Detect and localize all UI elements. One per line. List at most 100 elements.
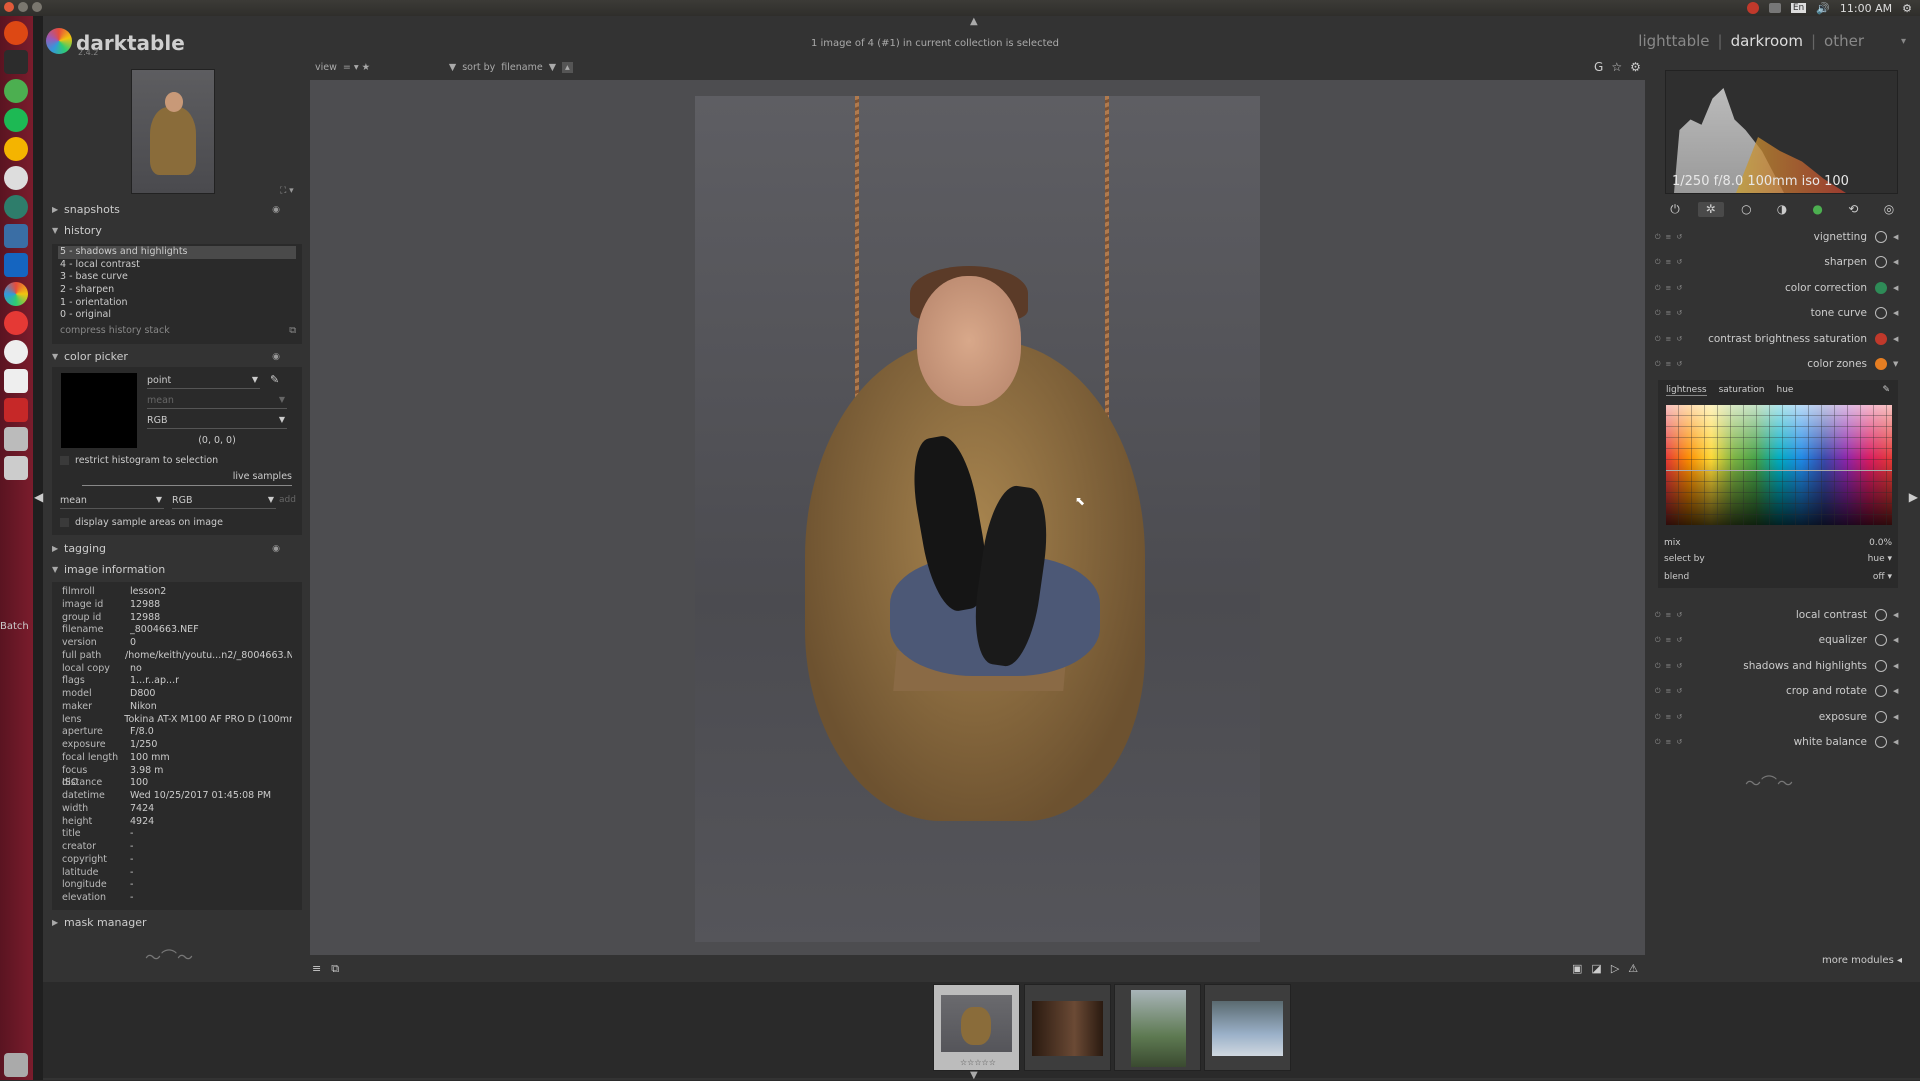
expand-icon[interactable]: ◀ <box>1893 258 1901 266</box>
clock[interactable]: 11:00 AM <box>1840 2 1892 15</box>
presets-icon[interactable]: ≡ <box>1666 258 1672 267</box>
presets-icon[interactable]: ≡ <box>1666 738 1672 747</box>
add-sample-button[interactable]: add <box>279 495 296 505</box>
power-icon[interactable]: ⏻ <box>1655 738 1661 747</box>
reset-icon[interactable]: ↺ <box>1676 687 1682 696</box>
module-contrast-brightness-saturation[interactable]: ⏻ ≡ ↺ contrast brightness saturation ◀ <box>1653 327 1901 351</box>
power-icon[interactable]: ⏻ <box>1655 611 1661 620</box>
expand-icon[interactable]: ◀ <box>1893 713 1901 721</box>
basic-group-icon[interactable]: ○ <box>1733 202 1759 217</box>
chrome-icon[interactable] <box>4 79 28 103</box>
collapse-icon[interactable]: ▼ <box>1893 360 1901 368</box>
reset-icon[interactable]: ◉ <box>272 205 280 215</box>
module-controls[interactable]: ⏻ ≡ ↺ <box>1653 233 1693 242</box>
color-zones-curve[interactable] <box>1666 470 1892 471</box>
compress-history-button[interactable]: compress history stack ⧉ <box>58 325 296 338</box>
mix-slider[interactable]: mix 0.0% <box>1664 538 1892 548</box>
settings-icon[interactable]: ⚙ <box>1902 2 1912 15</box>
color-group-icon[interactable]: ● <box>1805 202 1831 217</box>
module-controls[interactable]: ⏻ ≡ ↺ <box>1653 309 1693 318</box>
correct-group-icon[interactable]: ⟲ <box>1840 202 1866 217</box>
power-icon[interactable]: ⏻ <box>1655 662 1661 671</box>
module-color-zones[interactable]: ⏻ ≡ ↺ color zones ▼ <box>1653 352 1901 376</box>
chevron-down-icon[interactable]: ▼ <box>549 62 556 73</box>
power-icon[interactable]: ⏻ <box>1655 636 1661 645</box>
record-icon[interactable] <box>1746 2 1759 14</box>
globe-icon[interactable] <box>4 195 28 219</box>
collapse-top-icon[interactable]: ▲ <box>970 16 978 27</box>
presets-icon[interactable]: ≡ <box>1666 284 1672 293</box>
mask-manager-header[interactable]: ▶ mask manager <box>52 916 302 929</box>
app-icon[interactable] <box>4 398 28 422</box>
power-icon[interactable]: ⏻ <box>1655 309 1661 318</box>
history-item[interactable]: 1 - orientation <box>58 297 296 310</box>
picker-mode-select[interactable]: point ▼ <box>147 375 260 389</box>
picker-model-select[interactable]: RGB ▼ <box>147 415 287 429</box>
presets-icon[interactable]: ≡ <box>1666 636 1672 645</box>
module-controls[interactable]: ⏻ ≡ ↺ <box>1653 258 1693 267</box>
star-icon[interactable]: ☆ <box>1611 60 1622 74</box>
presets-icon[interactable]: ≡ <box>1666 662 1672 671</box>
sort-order-icon[interactable]: ▴ <box>562 62 573 73</box>
expand-icon[interactable]: ◀ <box>1893 687 1901 695</box>
reset-icon[interactable]: ↺ <box>1676 258 1682 267</box>
module-controls[interactable]: ⏻ ≡ ↺ <box>1653 662 1693 671</box>
image-information-header[interactable]: ▼ image information <box>52 563 302 576</box>
history-item[interactable]: 3 - base curve <box>58 271 296 284</box>
histogram[interactable]: 1/250 f/8.0 100mm iso 100 <box>1665 70 1898 194</box>
power-icon[interactable]: ⏻ <box>1655 335 1661 344</box>
expand-icon[interactable]: ◀ <box>1893 233 1901 241</box>
styles-icon[interactable]: ⧉ <box>331 962 339 976</box>
grouping-icon[interactable]: G <box>1594 60 1603 74</box>
keyboard-layout[interactable]: En <box>1790 3 1807 13</box>
overexposed-icon[interactable]: ◪ <box>1591 962 1601 975</box>
module-local-contrast[interactable]: ⏻ ≡ ↺ local contrast ◀ <box>1653 603 1901 627</box>
screen-icon[interactable] <box>4 253 28 277</box>
restrict-histogram-checkbox[interactable]: restrict histogram to selection <box>60 455 218 466</box>
power-icon[interactable]: ⏻ <box>1655 713 1661 722</box>
gear-icon[interactable]: ⚙ <box>1630 60 1641 74</box>
power-icon[interactable]: ⏻ <box>1655 258 1661 267</box>
live-model-select[interactable]: RGB ▼ <box>172 495 276 509</box>
tone-group-icon[interactable]: ◑ <box>1769 202 1795 217</box>
picker-stat-select[interactable]: mean ▼ <box>147 395 287 409</box>
reset-icon[interactable]: ↺ <box>1676 284 1682 293</box>
history-item[interactable]: 2 - sharpen <box>58 284 296 297</box>
presets-icon[interactable]: ≡ <box>1666 611 1672 620</box>
chevron-down-icon[interactable]: ▼ <box>376 62 456 73</box>
power-icon[interactable]: ⏻ <box>1662 202 1688 217</box>
filmstrip-thumbnail[interactable]: ☆☆☆☆☆ <box>933 984 1020 1071</box>
reset-icon[interactable]: ↺ <box>1676 335 1682 344</box>
style-icon[interactable]: ⧉ <box>289 325 296 338</box>
browser-icon[interactable] <box>4 137 28 161</box>
record-app-icon[interactable] <box>4 311 28 335</box>
terminal-icon[interactable] <box>4 50 28 74</box>
module-color-correction[interactable]: ⏻ ≡ ↺ color correction ◀ <box>1653 276 1901 300</box>
module-controls[interactable]: ⏻ ≡ ↺ <box>1653 284 1693 293</box>
view-lighttable[interactable]: lighttable <box>1638 32 1709 50</box>
filmstrip-thumbnail[interactable] <box>1204 984 1291 1071</box>
trash-icon[interactable] <box>4 1053 28 1077</box>
disk-icon[interactable] <box>4 456 28 480</box>
volume-icon[interactable]: 🔊 <box>1816 2 1830 15</box>
dropbox-icon[interactable] <box>1768 3 1781 13</box>
tab-saturation[interactable]: saturation <box>1719 385 1765 396</box>
presets-icon[interactable]: ≡ <box>1666 687 1672 696</box>
tab-lightness[interactable]: lightness <box>1666 385 1707 396</box>
tagging-header[interactable]: ▶ tagging ◉ <box>52 542 302 555</box>
more-modules-button[interactable]: more modules ◂ <box>1662 955 1902 966</box>
module-crop-and-rotate[interactable]: ⏻ ≡ ↺ crop and rotate ◀ <box>1653 679 1901 703</box>
module-controls[interactable]: ⏻ ≡ ↺ <box>1653 687 1693 696</box>
reset-icon[interactable]: ↺ <box>1676 360 1682 369</box>
main-photo[interactable] <box>695 96 1260 942</box>
expand-icon[interactable]: ◀ <box>1893 335 1901 343</box>
effect-group-icon[interactable]: ◎ <box>1876 202 1902 217</box>
power-icon[interactable]: ⏻ <box>1655 687 1661 696</box>
spotify-icon[interactable] <box>4 108 28 132</box>
expand-icon[interactable]: ◀ <box>1893 284 1901 292</box>
monitor-icon[interactable] <box>4 224 28 248</box>
view-other[interactable]: other <box>1824 32 1864 50</box>
darktable-icon[interactable] <box>4 282 28 306</box>
minimize-icon[interactable] <box>18 2 28 12</box>
close-icon[interactable] <box>4 2 14 12</box>
